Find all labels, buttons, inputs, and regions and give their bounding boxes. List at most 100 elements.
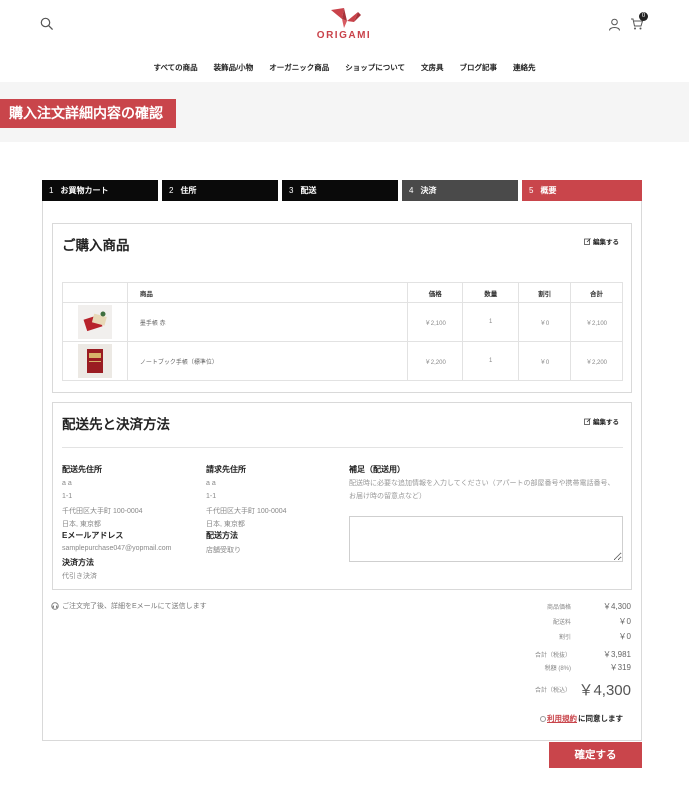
- step-number: 3: [289, 186, 294, 195]
- cart-count-badge: 0: [639, 12, 648, 21]
- ship-to-line3: 日本, 東京都: [62, 521, 101, 528]
- bill-to-line2: 千代田区大手町 100-0004: [206, 508, 287, 515]
- notebook-thumbnail: [77, 344, 112, 378]
- step-address[interactable]: 2 住所: [162, 180, 278, 201]
- product-column-header: 商品: [126, 282, 409, 303]
- table-header-row: 商品 価格 数量 割引 合計: [62, 282, 623, 303]
- discount-label: 割引: [558, 635, 571, 641]
- page-title: 購入注文詳細内容の確認: [0, 99, 176, 128]
- nav-item-contact[interactable]: 連絡先: [505, 62, 544, 76]
- payment-method-label: 決済方法: [62, 558, 94, 567]
- bill-to-line1: 1-1: [206, 493, 217, 500]
- product-qty: 1: [462, 302, 520, 342]
- origami-logo[interactable]: ORIGAMI: [314, 6, 374, 46]
- product-discount: ￥0: [518, 341, 572, 381]
- items-table: 商品 価格 数量 割引 合計 墨手帳 赤 ￥2,100 1 ￥0 ￥2,100: [62, 282, 623, 381]
- step-number: 2: [169, 186, 174, 195]
- image-column-header: [62, 282, 128, 303]
- step-number: 5: [529, 186, 534, 195]
- product-name[interactable]: ノートブック手帳（標準位）: [126, 341, 409, 381]
- search-icon[interactable]: [40, 16, 56, 32]
- shipping-panel-title: 配送先と決済方法: [62, 417, 170, 432]
- shipping-payment-panel: 配送先と決済方法 編集する 配送先住所 a a 1-1 千代田区大手町 100-…: [52, 402, 632, 590]
- product-name[interactable]: 墨手帳 赤: [126, 302, 409, 342]
- delivery-method-value: 店舗受取り: [206, 547, 241, 554]
- user-icon[interactable]: [608, 16, 622, 31]
- tax-label: 税額 (8%): [544, 666, 571, 672]
- terms-checkbox[interactable]: [540, 715, 546, 722]
- brand-name: ORIGAMI: [316, 30, 372, 41]
- red-notebook-thumbnail: [77, 305, 112, 339]
- checkout-steps: 1 お買物カート 2 住所 3 配送 4 決済 5 概要: [42, 180, 642, 201]
- items-panel-title: ご購入商品: [62, 238, 130, 253]
- step-shipping[interactable]: 3 配送: [282, 180, 398, 201]
- shipping-fee-value: ￥0: [618, 617, 631, 626]
- shipping-fee-label: 配送料: [552, 620, 571, 626]
- bill-to-label: 請求先住所: [206, 465, 246, 474]
- price-column-header: 価格: [407, 282, 464, 303]
- subtotal-value: ￥4,300: [602, 602, 631, 611]
- main-nav: すべての商品 装飾品/小物 オーガニック商品 ショップについて 文房具 ブログ記…: [0, 62, 689, 76]
- nav-item-about-shop[interactable]: ショップについて: [337, 62, 413, 76]
- table-row: 墨手帳 赤 ￥2,100 1 ￥0 ￥2,100: [62, 302, 623, 342]
- product-price: ￥2,100: [407, 302, 464, 342]
- email-notice-text: ご注文完了後、詳細をEメールにて送信します: [62, 603, 207, 610]
- payment-method-value: 代引き決済: [62, 573, 97, 580]
- discount-column-header: 割引: [518, 282, 572, 303]
- product-price: ￥2,200: [407, 341, 464, 381]
- product-total: ￥2,100: [570, 302, 623, 342]
- site-header: ORIGAMI 0 すべての商品 装飾品/小物 オーガニック商品 ショップについ…: [0, 0, 689, 82]
- step-label: お買物カート: [60, 186, 109, 195]
- product-thumbnail[interactable]: [62, 302, 128, 342]
- delivery-note-label: 補足（配送用）: [349, 465, 405, 474]
- step-label: 決済: [420, 186, 437, 195]
- ship-to-line1: 1-1: [62, 493, 73, 500]
- ship-to-line2: 千代田区大手町 100-0004: [62, 508, 143, 515]
- net-total-value: ￥3,981: [602, 650, 631, 659]
- subtotal-label: 商品価格: [546, 605, 571, 611]
- terms-link[interactable]: 利用規約: [547, 713, 577, 724]
- product-thumbnail[interactable]: [62, 341, 128, 381]
- tax-value: ￥319: [609, 663, 631, 672]
- nav-item-organic[interactable]: オーガニック商品: [261, 62, 337, 76]
- email-label: Eメールアドレス: [62, 531, 124, 540]
- total-column-header: 合計: [570, 282, 623, 303]
- purchased-items-panel: ご購入商品 編集する 商品 価格 数量 割引 合計 墨手帳 赤 ￥2,100 1…: [52, 223, 632, 393]
- step-label: 配送: [300, 186, 317, 195]
- table-row: ノートブック手帳（標準位） ￥2,200 1 ￥0 ￥2,200: [62, 341, 623, 381]
- terms-agreement[interactable]: 利用規約 に同意します: [540, 713, 623, 724]
- nav-item-blog[interactable]: ブログ記事: [452, 62, 506, 76]
- product-discount: ￥0: [518, 302, 572, 342]
- grand-total-label: 合計（税込）: [534, 688, 571, 694]
- email-value: samplepurchase047@yopmail.com: [62, 545, 172, 552]
- step-number: 1: [49, 186, 54, 195]
- step-number: 4: [409, 186, 414, 195]
- bill-to-line3: 日本, 東京都: [206, 521, 245, 528]
- nav-item-accessories[interactable]: 装飾品/小物: [206, 62, 262, 76]
- edit-shipping-label: 編集する: [593, 419, 619, 426]
- step-label: 概要: [540, 186, 557, 195]
- nav-item-stationery[interactable]: 文房具: [413, 62, 452, 76]
- ship-to-name: a a: [62, 480, 72, 487]
- edit-items-label: 編集する: [593, 239, 619, 246]
- product-qty: 1: [462, 341, 520, 381]
- discount-value: ￥0: [618, 632, 631, 641]
- net-total-label: 合計（税抜）: [534, 653, 571, 659]
- nav-item-all-products[interactable]: すべての商品: [145, 62, 205, 76]
- email-notice: ご注文完了後、詳細をEメールにて送信します: [51, 601, 207, 611]
- step-label: 住所: [180, 186, 197, 195]
- delivery-note-textarea[interactable]: [349, 516, 623, 562]
- grand-total-value: ￥4,300: [578, 682, 631, 699]
- delivery-note-hint: 配送時に必要な追加情報を入力してください（アパートの部屋番号や携帯電話番号、お届…: [349, 480, 615, 500]
- edit-shipping-link[interactable]: 編集する: [584, 416, 619, 426]
- product-total: ￥2,200: [570, 341, 623, 381]
- delivery-method-label: 配送方法: [206, 531, 238, 540]
- section-divider: [62, 447, 623, 448]
- confirm-order-button[interactable]: 確定する: [549, 742, 642, 768]
- bill-to-name: a a: [206, 480, 216, 487]
- step-cart[interactable]: 1 お買物カート: [42, 180, 158, 201]
- ship-to-label: 配送先住所: [62, 465, 102, 474]
- step-payment[interactable]: 4 決済: [402, 180, 518, 201]
- edit-items-link[interactable]: 編集する: [584, 236, 619, 246]
- qty-column-header: 数量: [462, 282, 520, 303]
